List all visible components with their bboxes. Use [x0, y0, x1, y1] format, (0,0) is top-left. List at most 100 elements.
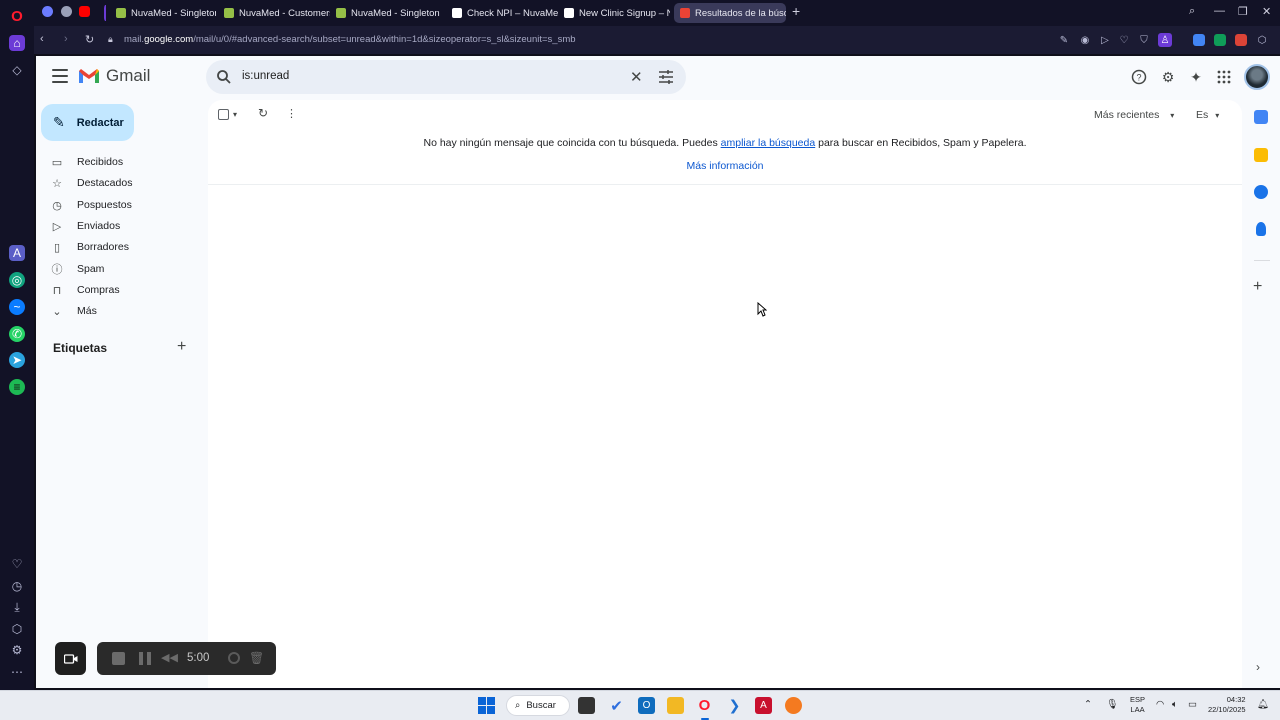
- history-icon[interactable]: ◷: [9, 578, 25, 594]
- whatsapp-icon[interactable]: ✆: [9, 326, 25, 342]
- apps-grid-icon[interactable]: [1216, 69, 1232, 85]
- telegram-icon[interactable]: ➤: [9, 352, 25, 368]
- extensions-icon[interactable]: ⬡: [1256, 34, 1268, 46]
- language-dropdown[interactable]: Es ▾: [1196, 109, 1219, 121]
- youtube-icon[interactable]: [79, 6, 90, 17]
- search-options-icon[interactable]: [658, 69, 674, 85]
- taskbar-search[interactable]: ⌕ Buscar: [506, 695, 570, 716]
- heart-icon[interactable]: ♡: [9, 556, 25, 572]
- chevron-right-icon[interactable]: ›: [1256, 660, 1260, 674]
- spotify-icon[interactable]: ≡: [9, 379, 25, 395]
- messenger-icon[interactable]: ~: [9, 299, 25, 315]
- pinned-tab-icon[interactable]: [61, 6, 72, 17]
- edit-icon[interactable]: ✎: [1058, 34, 1070, 46]
- tab[interactable]: NuvaMed - Customers - S: [218, 3, 330, 23]
- tasks-icon[interactable]: [1254, 185, 1268, 199]
- file-explorer-icon[interactable]: [667, 697, 684, 714]
- settings-icon[interactable]: ⚙: [1160, 69, 1176, 85]
- nav-item-borradores[interactable]: ▯ Borradores: [51, 237, 201, 257]
- recorder-camera-button[interactable]: [55, 642, 86, 675]
- nav-item-compras[interactable]: ⊓ Compras: [51, 280, 201, 300]
- tab[interactable]: Check NPI – NuvaMed: [446, 3, 558, 23]
- tab[interactable]: NuvaMed - Singleton | Ve: [104, 3, 216, 23]
- tab[interactable]: NuvaMed - Singleton | Ve: [330, 3, 442, 23]
- clear-search-icon[interactable]: ✕: [630, 68, 643, 86]
- search-input[interactable]: is:unread: [242, 70, 289, 82]
- close-window-icon[interactable]: ✕: [1262, 5, 1271, 18]
- more-info-link[interactable]: Más información: [208, 160, 1242, 172]
- nav-item-mas[interactable]: ⌄ Más: [51, 301, 201, 321]
- help-icon[interactable]: ?: [1131, 69, 1147, 85]
- wifi-icon[interactable]: ◠: [1156, 699, 1164, 710]
- todo-icon[interactable]: ✔: [608, 697, 625, 715]
- search-icon[interactable]: [216, 69, 232, 85]
- heart-icon[interactable]: ♡: [1118, 34, 1130, 46]
- input-language[interactable]: ESP LAA: [1130, 695, 1145, 715]
- nav-item-spam[interactable]: ⓘ Spam: [51, 259, 201, 279]
- notifications-icon[interactable]: 🔔︎: [1257, 699, 1269, 710]
- tab-active[interactable]: Resultados de la búsq: [674, 3, 786, 23]
- more-options-icon[interactable]: ⋮: [286, 107, 297, 120]
- compose-button[interactable]: ✎ Redactar: [41, 104, 134, 141]
- acrobat-icon[interactable]: A: [755, 697, 772, 714]
- nav-item-recibidos[interactable]: ▭ Recibidos: [51, 152, 201, 172]
- refresh-icon[interactable]: ↻: [258, 106, 268, 120]
- shield-icon[interactable]: ⛉: [1138, 34, 1150, 46]
- extensions-cube-icon[interactable]: ⬡: [9, 621, 25, 637]
- battery-icon[interactable]: ▭: [1188, 699, 1197, 710]
- app-icon[interactable]: [785, 697, 802, 714]
- nav-item-pospuestos[interactable]: ◷ Pospuestos: [51, 195, 201, 215]
- back-icon[interactable]: ‹: [40, 33, 44, 45]
- more-dots-icon[interactable]: ⋯: [9, 664, 25, 680]
- keep-icon[interactable]: [1254, 148, 1268, 162]
- forward-icon[interactable]: ›: [64, 33, 68, 45]
- opera-icon[interactable]: O: [696, 697, 713, 714]
- new-tab-icon[interactable]: +: [792, 3, 800, 19]
- rewind-icon[interactable]: ◀◀: [161, 651, 178, 664]
- sort-dropdown[interactable]: Más recientes ▾: [1094, 109, 1174, 121]
- profile-icon[interactable]: ♙: [1158, 33, 1172, 47]
- add-label-icon[interactable]: +: [177, 338, 186, 356]
- pause-icon[interactable]: [139, 652, 151, 665]
- select-all-checkbox[interactable]: [218, 109, 229, 123]
- restart-icon[interactable]: [228, 652, 240, 664]
- url-field[interactable]: mail.google.com/mail/u/0/#advanced-searc…: [124, 34, 576, 45]
- send-icon[interactable]: ▷: [1099, 34, 1111, 46]
- task-view-icon[interactable]: [578, 697, 595, 714]
- calendar-icon[interactable]: [1254, 110, 1268, 124]
- camera-icon[interactable]: ◉: [1079, 34, 1091, 46]
- volume-icon[interactable]: 🔈︎: [1172, 699, 1178, 710]
- main-menu-icon[interactable]: [52, 69, 68, 83]
- download-icon[interactable]: ⤓: [9, 599, 25, 615]
- settings-icon[interactable]: ⚙: [9, 642, 25, 658]
- extension-icon[interactable]: [1235, 34, 1247, 46]
- extension-icon[interactable]: [1193, 34, 1205, 46]
- trash-icon[interactable]: 🗑︎: [249, 651, 264, 665]
- speed-dial-icon[interactable]: ◇: [9, 62, 25, 78]
- microphone-icon[interactable]: 🎙︎: [1106, 699, 1118, 710]
- gemini-icon[interactable]: ✦: [1188, 69, 1204, 85]
- contacts-icon[interactable]: [1256, 222, 1266, 236]
- lock-icon[interactable]: 🔒︎: [108, 34, 113, 45]
- chevron-up-icon[interactable]: ⌃: [1084, 699, 1092, 710]
- account-avatar[interactable]: [1244, 64, 1270, 90]
- outlook-icon[interactable]: O: [638, 697, 655, 714]
- search-tabs-icon[interactable]: ⌕: [1189, 5, 1195, 18]
- maximize-icon[interactable]: ❐: [1238, 5, 1248, 18]
- extension-icon[interactable]: [1214, 34, 1226, 46]
- nav-item-destacados[interactable]: ☆ Destacados: [51, 173, 201, 193]
- reload-icon[interactable]: ↻: [85, 33, 94, 46]
- minimize-icon[interactable]: —: [1214, 5, 1225, 17]
- expand-search-link[interactable]: ampliar la búsqueda: [721, 137, 816, 149]
- tab[interactable]: New Clinic Signup – Nuva: [558, 3, 670, 23]
- pinned-tab-icon[interactable]: [42, 6, 53, 17]
- search-bar[interactable]: is:unread ✕: [206, 60, 686, 94]
- system-clock[interactable]: 04:32 22/10/2025: [1208, 695, 1246, 715]
- home-icon[interactable]: ⌂: [9, 35, 25, 51]
- chatgpt-icon[interactable]: ◎: [9, 272, 25, 288]
- nav-item-enviados[interactable]: ▷ Enviados: [51, 216, 201, 236]
- stop-icon[interactable]: [112, 652, 125, 665]
- aria-icon[interactable]: A: [9, 245, 25, 261]
- get-addons-icon[interactable]: +: [1253, 278, 1262, 296]
- vscode-icon[interactable]: ❯: [726, 697, 743, 714]
